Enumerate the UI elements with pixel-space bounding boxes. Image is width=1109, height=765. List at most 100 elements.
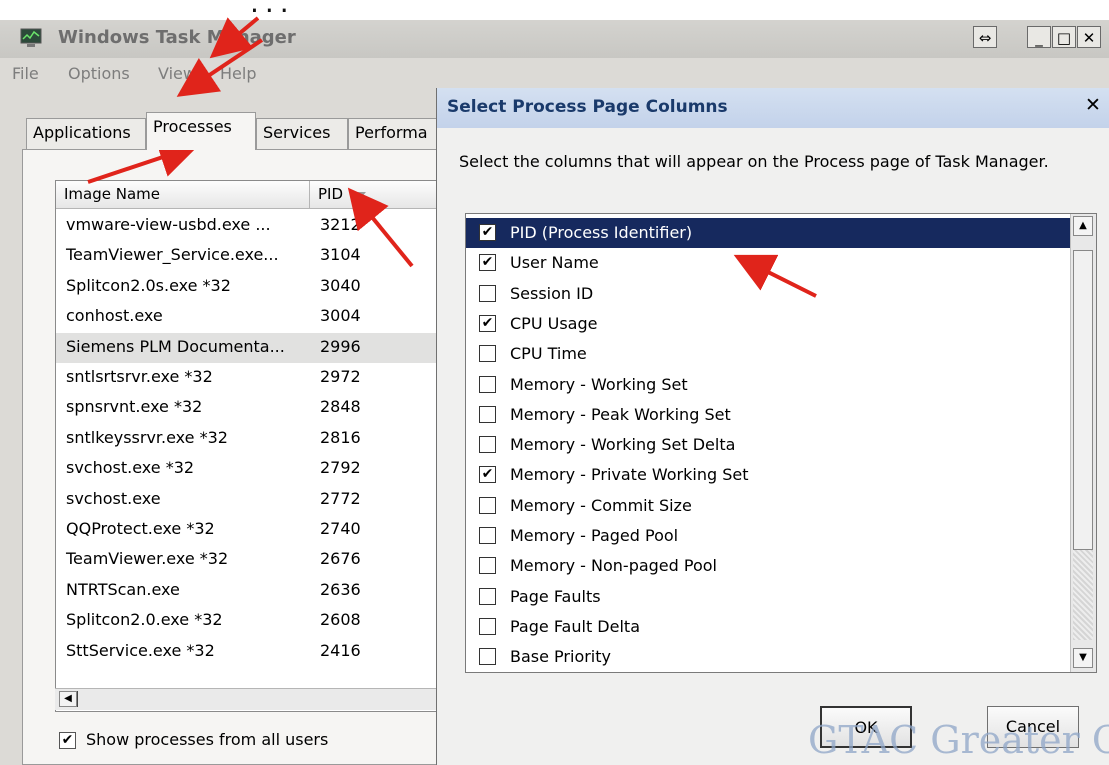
menu-help[interactable]: Help [220,64,256,83]
process-name: svchost.exe *32 [66,458,195,478]
scroll-left-icon[interactable]: ◀ [59,691,77,707]
title-bar[interactable]: Windows Task Manager ⇔ _ □ ✕ [0,20,1109,58]
watermark: GTAC Greater Ch [808,718,1109,762]
column-option-row[interactable]: Page Fault Delta [466,612,1070,642]
column-option-label: Memory - Commit Size [510,495,692,515]
column-option-checkbox[interactable] [479,527,496,544]
process-name: conhost.exe [66,306,163,326]
column-option-checkbox[interactable] [479,557,496,575]
column-option-checkbox[interactable]: ✔ [479,224,496,241]
column-option-row[interactable]: ✔ User Name [466,248,1070,278]
column-option-row[interactable]: Memory - Peak Working Set [466,400,1070,430]
column-option-checkbox[interactable] [479,587,496,605]
menu-options[interactable]: Options [68,64,130,83]
process-row[interactable]: Splitcon2.0.exe *32 2608 [56,606,454,636]
dialog-title-bar[interactable]: Select Process Page Columns ✕ [437,88,1109,128]
column-option-row[interactable]: Memory - Working Set Delta [466,430,1070,460]
process-name: SttService.exe *32 [66,640,215,660]
process-row[interactable]: SttService.exe *32 2416 [56,637,454,667]
column-option-label: Memory - Paged Pool [510,526,679,545]
window-title: Windows Task Manager [58,27,296,48]
process-row[interactable]: QQProtect.exe *32 2740 [56,515,454,545]
column-option-checkbox[interactable] [479,496,496,514]
column-option-row[interactable]: Memory - Commit Size [466,491,1070,521]
minimize-button[interactable]: _ [1027,26,1051,48]
tab-processes[interactable]: Processes [146,112,256,150]
column-option-checkbox[interactable] [479,284,496,302]
horizontal-scrollbar[interactable]: ◀ [55,688,455,710]
column-option-label: Memory - Working Set [510,374,688,394]
scrollbar-thumb[interactable] [1073,250,1093,550]
process-row[interactable]: sntlkeyssrvr.exe *32 2816 [56,424,454,454]
column-option-checkbox[interactable] [479,648,496,666]
column-option-row[interactable]: CPU Time [466,339,1070,369]
dialog-close-button[interactable]: ✕ [1085,94,1101,116]
process-pid: 2792 [320,458,361,478]
process-row[interactable]: TeamViewer_Service.exe... 3104 [56,241,454,271]
column-option-label: Session ID [510,283,594,303]
column-option-checkbox[interactable]: ✔ [479,466,496,484]
process-pid: 2740 [320,519,361,538]
process-pid: 3004 [320,306,361,326]
menu-view[interactable]: View [158,64,196,83]
dialog-title: Select Process Page Columns [447,97,728,117]
process-pid: 2416 [320,640,361,660]
scrollbar-thumb[interactable] [77,691,84,707]
process-name: spnsrvnt.exe *32 [66,397,203,417]
column-header-pid[interactable]: PID [310,181,454,209]
column-option-row[interactable]: Page Faults [466,582,1070,612]
process-row[interactable]: Siemens PLM Documenta... 2996 [56,332,454,363]
tab-performance[interactable]: Performa [348,118,448,150]
scroll-up-icon[interactable]: ▲ [1073,216,1093,236]
column-option-checkbox[interactable] [479,436,496,454]
column-option-row[interactable]: ✔ Memory - Private Working Set [466,460,1070,490]
tab-applications[interactable]: Applications [26,118,146,150]
process-row[interactable]: spnsrvnt.exe *32 2848 [56,393,454,423]
column-option-row[interactable]: Session ID [466,279,1070,309]
process-row[interactable]: NTRTScan.exe 2636 [56,576,454,606]
process-pid: 2636 [320,579,361,599]
process-row[interactable]: Splitcon2.0s.exe *32 3040 [56,272,454,302]
sort-descending-icon [355,191,366,198]
column-option-checkbox[interactable] [479,375,496,393]
column-option-row[interactable]: Memory - Non-paged Pool [466,551,1070,581]
process-name: TeamViewer_Service.exe... [66,245,279,265]
column-option-row[interactable]: ✔ PID (Process Identifier) [466,218,1070,248]
menu-file[interactable]: File [12,64,39,83]
process-row[interactable]: conhost.exe 3004 [56,302,454,332]
process-name: Siemens PLM Documenta... [66,336,285,356]
column-header-image-name[interactable]: Image Name [56,181,310,209]
column-option-row[interactable]: ✔ CPU Usage [466,309,1070,339]
scrollbar-track[interactable] [1073,550,1093,640]
column-option-checkbox[interactable] [479,345,496,363]
process-row[interactable]: svchost.exe *32 2792 [56,454,454,484]
column-option-checkbox[interactable] [479,405,496,423]
column-option-row[interactable]: Memory - Paged Pool [466,521,1070,551]
maximize-button[interactable]: □ [1052,26,1076,48]
process-row[interactable]: svchost.exe 2772 [56,485,454,515]
process-pid: 2996 [320,336,361,356]
process-row[interactable]: TeamViewer.exe *32 2676 [56,545,454,575]
column-option-label: Memory - Non-paged Pool [510,556,717,576]
column-options-list[interactable]: ✔ PID (Process Identifier) ✔ User Name Sessi… [465,213,1097,673]
process-row[interactable]: vmware-view-usbd.exe ... 3212 [56,211,454,241]
vertical-scrollbar[interactable]: ▲ ▼ [1070,214,1096,672]
column-option-row[interactable]: Base Priority [466,642,1070,672]
process-list[interactable]: Image Name PID vmware-view-usbd.exe ... 3… [55,180,455,712]
process-name: Splitcon2.0.exe *32 [66,610,223,630]
column-option-label: Memory - Working Set Delta [510,435,736,455]
process-name: sntlsrtsrvr.exe *32 [66,367,213,386]
column-option-label: Page Faults [510,586,601,606]
process-row[interactable]: sntlsrtsrvr.exe *32 2972 [56,363,454,393]
column-option-checkbox[interactable] [479,617,496,635]
tab-services[interactable]: Services [256,118,348,150]
close-button[interactable]: ✕ [1077,26,1101,48]
column-option-checkbox[interactable]: ✔ [479,314,496,332]
resize-button[interactable]: ⇔ [973,26,997,48]
column-option-label: CPU Usage [510,313,598,333]
column-option-checkbox[interactable]: ✔ [479,254,496,272]
column-option-label: Memory - Peak Working Set [510,404,731,424]
scroll-down-icon[interactable]: ▼ [1073,648,1093,668]
show-all-processes-checkbox[interactable]: ✔ [59,732,76,749]
column-option-row[interactable]: Memory - Working Set [466,370,1070,400]
